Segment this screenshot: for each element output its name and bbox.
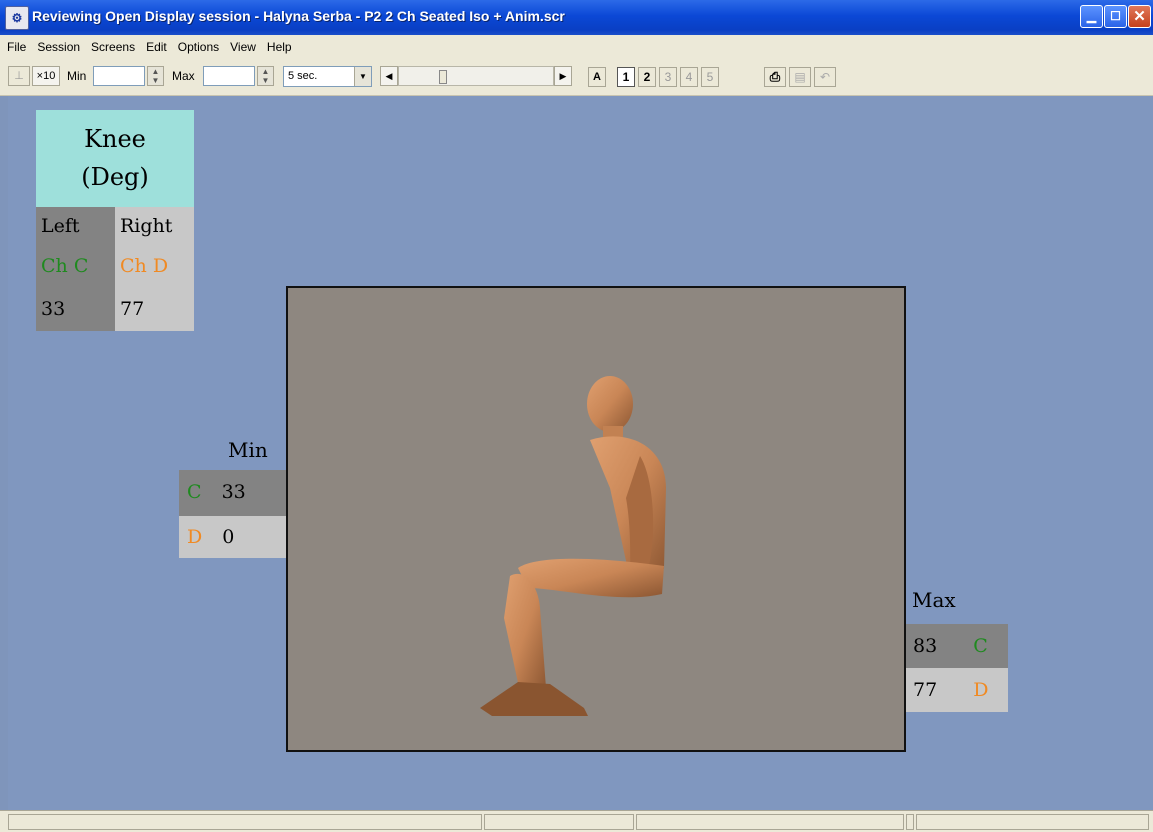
page-2-button[interactable]: 2 xyxy=(638,67,656,87)
right-header: Right xyxy=(115,207,194,245)
menu-screens[interactable]: Screens xyxy=(87,35,139,59)
left-channel: Ch C xyxy=(36,245,115,287)
status-segment-1 xyxy=(8,814,482,830)
max-spinner[interactable]: ▲ ▼ xyxy=(257,66,274,86)
status-segment-3 xyxy=(636,814,904,830)
duration-value: 5 sec. xyxy=(288,70,318,82)
min-channel-d: D xyxy=(187,526,203,548)
document-icon[interactable]: ▤ xyxy=(789,67,811,87)
max-channel-d: D xyxy=(973,679,989,701)
min-spinner[interactable]: ▲ ▼ xyxy=(147,66,164,86)
menu-edit[interactable]: Edit xyxy=(142,35,171,59)
page-3-button[interactable]: 3 xyxy=(659,67,677,87)
min-row-c: C 33 xyxy=(179,470,286,516)
time-slider[interactable] xyxy=(398,66,554,86)
right-value: 77 xyxy=(115,287,194,331)
close-icon[interactable]: ✕ xyxy=(1128,5,1151,28)
max-row-d: 77 D xyxy=(906,668,1008,712)
slider-thumb[interactable] xyxy=(439,70,447,84)
status-segment-5 xyxy=(916,814,1149,830)
knee-title-line1: Knee xyxy=(84,125,146,153)
auto-button[interactable]: A xyxy=(588,67,606,87)
page-5-button[interactable]: 5 xyxy=(701,67,719,87)
min-label: Min xyxy=(67,69,87,83)
max-channel-c: C xyxy=(973,635,988,657)
menu-options[interactable]: Options xyxy=(174,35,223,59)
page-1-button[interactable]: 1 xyxy=(617,67,635,87)
app-icon[interactable]: ⚙ xyxy=(5,6,29,30)
min-value-d: 0 xyxy=(222,526,235,548)
left-value: 33 xyxy=(36,287,115,331)
toolbar: ⊥ ×10 Min ▲ ▼ Max ▲ ▼ 5 sec. ▼ ◀ ▶ A 1 2 3… xyxy=(0,59,1153,96)
undo-icon[interactable]: ↶ xyxy=(814,67,836,87)
status-segment-4 xyxy=(906,814,914,830)
animation-viewport xyxy=(286,286,906,752)
axis-icon[interactable]: ⊥ xyxy=(8,66,30,86)
print-icon[interactable]: ⎙ xyxy=(764,67,786,87)
status-segment-2 xyxy=(484,814,634,830)
menu-session[interactable]: Session xyxy=(33,35,84,59)
max-input[interactable] xyxy=(203,66,255,86)
max-panel-label: Max xyxy=(912,588,956,612)
scroll-left-icon[interactable]: ◀ xyxy=(380,66,398,86)
minimize-icon[interactable]: ▁ xyxy=(1080,5,1103,28)
duration-select[interactable]: 5 sec. ▼ xyxy=(283,66,372,87)
menu-file[interactable]: File xyxy=(3,35,30,59)
seated-figure xyxy=(480,376,666,716)
max-value-d: 77 xyxy=(913,679,938,701)
x10-button[interactable]: ×10 xyxy=(32,66,60,86)
knee-panel-title: Knee (Deg) xyxy=(36,110,194,207)
min-input[interactable] xyxy=(93,66,145,86)
scroll-right-icon[interactable]: ▶ xyxy=(554,66,572,86)
min-row-d: D 0 xyxy=(179,516,286,558)
title-bar: ⚙ Reviewing Open Display session - Halyn… xyxy=(0,0,1153,35)
page-4-button[interactable]: 4 xyxy=(680,67,698,87)
menu-help[interactable]: Help xyxy=(263,35,296,59)
status-bar xyxy=(0,810,1153,832)
chevron-down-icon: ▼ xyxy=(354,67,371,86)
window-title: Reviewing Open Display session - Halyna … xyxy=(32,8,565,24)
min-value-c: 33 xyxy=(221,481,246,503)
max-value-c: 83 xyxy=(913,635,938,657)
max-row-c: 83 C xyxy=(906,624,1008,668)
min-channel-c: C xyxy=(187,481,202,503)
menu-view[interactable]: View xyxy=(226,35,260,59)
max-label: Max xyxy=(172,69,195,83)
maximize-icon[interactable]: ☐ xyxy=(1104,5,1127,28)
min-panel-label: Min xyxy=(228,438,268,462)
menu-bar: File Session Screens Edit Options View Help xyxy=(0,35,1153,59)
right-channel: Ch D xyxy=(115,245,194,287)
knee-title-line2: (Deg) xyxy=(81,163,149,191)
left-header: Left xyxy=(36,207,115,245)
